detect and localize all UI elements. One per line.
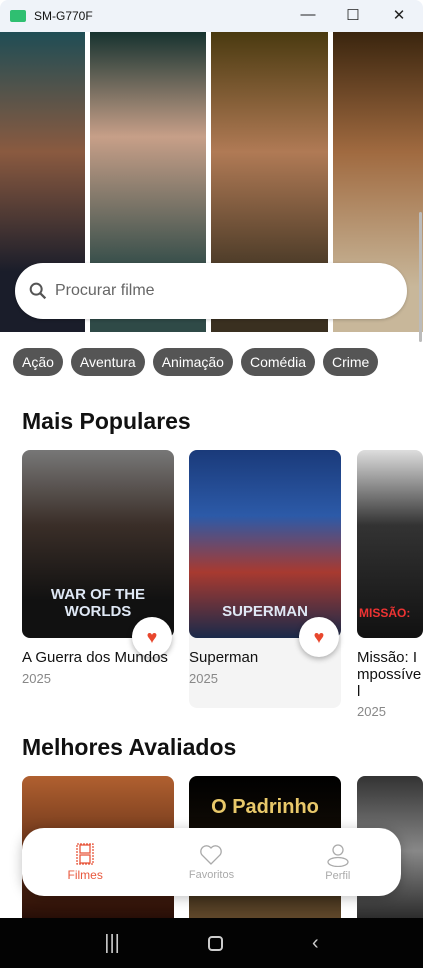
movie-card[interactable]: SUPERMAN ♥ Superman 2025 <box>189 450 341 708</box>
genre-chips: Ação Aventura Animação Comédia Crime <box>13 348 413 376</box>
home-icon[interactable] <box>208 935 224 951</box>
movie-card[interactable]: WAR OF THE WORLDS ♥ A Guerra dos Mundos … <box>22 450 174 708</box>
nav-label: Favoritos <box>188 868 235 881</box>
poster-logo: WAR OF THE WORLDS <box>50 586 146 620</box>
section-title-top-rated: Melhores Avaliados <box>22 734 237 760</box>
movie-poster: SUPERMAN <box>189 450 341 638</box>
back-icon[interactable]: ‹ <box>312 932 319 955</box>
movie-title: Superman <box>189 649 259 666</box>
system-navigation-bar: ||| ‹ <box>0 918 423 968</box>
section-title-popular: Mais Populares <box>22 408 191 434</box>
android-app-icon <box>10 10 26 22</box>
genre-chip[interactable]: Aventura <box>70 348 145 376</box>
window-title: SM-G770F <box>34 9 93 23</box>
nav-favoritos[interactable]: Favoritos <box>166 844 256 881</box>
movie-poster: WAR OF THE WORLDS <box>22 450 174 638</box>
movie-title: Missão: Impossível <box>357 649 422 700</box>
genre-chip[interactable]: Comédia <box>240 348 315 376</box>
genre-chip[interactable]: Ação <box>13 348 63 376</box>
movie-year: 2025 <box>189 671 218 686</box>
nav-label: Perfil <box>325 869 351 882</box>
nav-perfil[interactable]: Perfil <box>293 843 383 882</box>
search-placeholder: Procurar filme <box>55 282 155 299</box>
close-button[interactable]: ✕ <box>389 6 409 24</box>
genre-chip[interactable]: Animação <box>152 348 233 376</box>
movie-info: Missão: Impossível 2025 <box>357 649 423 719</box>
window-titlebar: SM-G770F — ☐ ✕ <box>0 0 423 32</box>
search-input[interactable]: Procurar filme <box>15 263 407 319</box>
nav-filmes[interactable]: Filmes <box>40 842 130 882</box>
film-icon <box>76 842 94 865</box>
person-icon <box>327 843 349 867</box>
poster-logo: O Padrinho <box>211 796 319 818</box>
heart-icon <box>200 844 223 865</box>
movie-year: 2025 <box>22 671 51 686</box>
recent-apps-icon[interactable]: ||| <box>104 932 120 955</box>
scrollbar[interactable] <box>419 212 422 342</box>
nav-label: Filmes <box>67 867 103 882</box>
maximize-button[interactable]: ☐ <box>343 6 363 24</box>
movie-title: A Guerra dos Mundos <box>22 649 168 666</box>
poster-logo: MISSÃO: <box>359 606 411 620</box>
minimize-button[interactable]: — <box>298 6 318 23</box>
search-icon <box>29 282 47 300</box>
bottom-navigation: Filmes Favoritos Perfil <box>22 828 401 896</box>
movie-year: 2025 <box>357 704 386 719</box>
movie-card[interactable]: MISSÃO: Missão: Impossível 2025 <box>357 450 423 719</box>
movie-poster: MISSÃO: <box>357 450 423 638</box>
genre-chip[interactable]: Crime <box>323 348 379 376</box>
